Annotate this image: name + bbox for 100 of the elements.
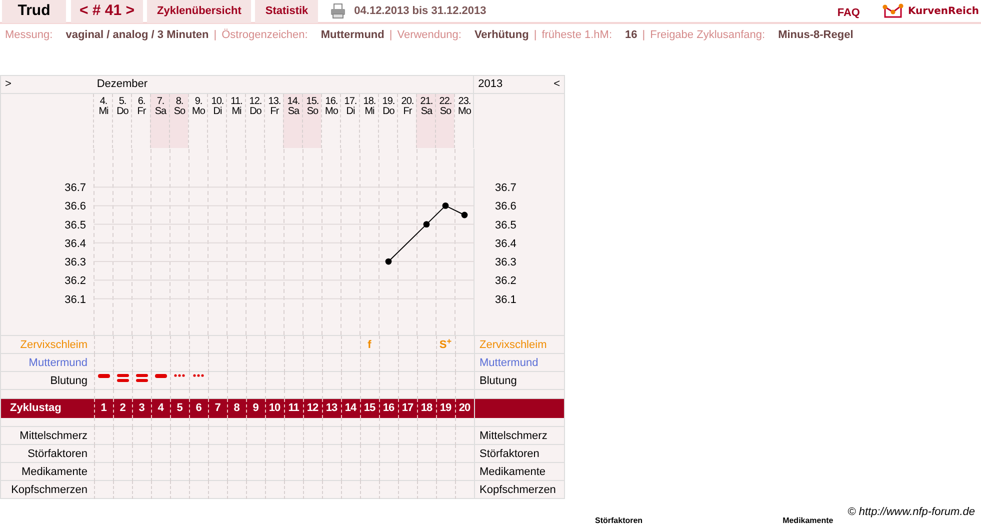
faq-link[interactable]: FAQ xyxy=(837,4,860,22)
day-label: 12. xyxy=(249,97,262,107)
y-tick-label: 36.6 xyxy=(64,200,86,213)
weekday-label: So xyxy=(174,107,186,117)
day-label: 23. xyxy=(458,97,471,107)
y-tick-label: 36.7 xyxy=(64,182,86,194)
row-label: Zervixschleim xyxy=(480,338,547,353)
cycle-navigation[interactable]: < # 41 > xyxy=(71,0,143,23)
weekday-label: Fr xyxy=(137,107,146,117)
weekday-label: Do xyxy=(116,107,128,117)
row-label: Medikamente xyxy=(21,464,88,480)
cycle-day-number: 17 xyxy=(402,401,414,416)
temperature-point xyxy=(385,258,392,265)
weekday-label: Mo xyxy=(192,107,205,117)
day-label: 7. xyxy=(156,97,164,107)
row-label: Mittelschmerz xyxy=(480,428,548,444)
mucus-mark: S$^{+}$ xyxy=(439,336,452,353)
weekday-label: Mo xyxy=(325,107,338,117)
cycle-day-number: 3 xyxy=(138,401,144,416)
day-label: 14. xyxy=(287,97,300,107)
cycle-day-number: 4 xyxy=(158,401,164,416)
y-tick-label: 36.6 xyxy=(495,200,516,213)
weekday-label: So xyxy=(306,107,318,117)
day-label: 18. xyxy=(363,97,376,107)
day-label: 17. xyxy=(344,97,357,107)
cycle-day-number: 14 xyxy=(344,401,356,416)
mucus-mark: f xyxy=(368,338,372,353)
day-label: 20. xyxy=(401,97,414,107)
separator: | xyxy=(214,28,217,43)
footer-label: Störfaktoren xyxy=(595,517,643,525)
weekday-label: So xyxy=(440,107,452,117)
row-label: Muttermund xyxy=(480,356,538,371)
day-label: 9. xyxy=(194,97,202,107)
weekday-label: Mi xyxy=(232,107,242,117)
y-tick-label: 36.3 xyxy=(64,256,86,269)
weekday-label: Do xyxy=(382,107,394,117)
row-label: Medikamente xyxy=(480,464,546,480)
day-label: 13. xyxy=(268,97,281,107)
info-value: Minus-8-Regel xyxy=(778,28,854,43)
y-tick-label: 36.2 xyxy=(64,275,86,288)
row-label: Störfaktoren xyxy=(480,446,540,462)
weekday-label: Fr xyxy=(403,107,412,117)
weekday-label: Sa xyxy=(154,107,166,117)
y-tick-label: 36.5 xyxy=(495,219,516,232)
info-label: Freigabe Zyklusanfang: xyxy=(650,28,766,43)
row-label: Zervixschleim xyxy=(20,338,88,353)
cycle-day-number: 5 xyxy=(176,401,182,416)
cycle-day-number: 13 xyxy=(326,401,338,416)
info-label: Verwendung: xyxy=(397,28,462,43)
logo-text: KurvenReich xyxy=(908,4,979,18)
weekday-label: Sa xyxy=(288,107,300,117)
row-label: Kopfschmerzen xyxy=(11,482,88,498)
separator: | xyxy=(642,28,646,43)
y-tick-label: 36.5 xyxy=(64,219,86,232)
month-label: Dezember xyxy=(96,77,148,92)
cycle-day-number: 9 xyxy=(252,401,258,416)
row-label: Mittelschmerz xyxy=(20,428,88,444)
day-label: 22. xyxy=(439,97,452,107)
info-label: Östrogenzeichen: xyxy=(222,28,308,43)
weekday-label: Mo xyxy=(458,107,471,117)
cycle-day-number: 12 xyxy=(306,401,318,416)
row-label: Blutung xyxy=(50,374,88,389)
day-label: 15. xyxy=(306,97,319,107)
cycle-day-number: 8 xyxy=(234,401,240,416)
date-range: 04.12.2013 bis 31.12.2013 xyxy=(354,4,486,19)
day-label: 10. xyxy=(211,97,224,107)
cycle-day-number: 15 xyxy=(364,401,376,416)
printer-icon[interactable] xyxy=(330,3,346,19)
temperature-point xyxy=(461,212,468,218)
temperature-point xyxy=(442,202,449,209)
nav-tab[interactable]: Zyklenübersicht xyxy=(147,0,252,23)
nav-tab[interactable]: Statistik xyxy=(255,0,318,23)
info-label: früheste 1.hM: xyxy=(542,28,612,43)
footer-label: Medikamente xyxy=(782,517,834,525)
y-tick-label: 36.4 xyxy=(495,238,516,250)
day-label: 11. xyxy=(230,97,242,107)
next-button[interactable]: > xyxy=(5,76,12,93)
cycle-day-number: 16 xyxy=(382,401,394,416)
separator: | xyxy=(389,28,392,43)
weekday-label: Sa xyxy=(420,107,432,117)
weekday-label: Mi xyxy=(364,107,374,117)
cycle-day-number: 6 xyxy=(196,401,202,416)
weekday-label: Di xyxy=(213,107,222,117)
row-label: Kopfschmerzen xyxy=(480,482,556,498)
day-label: 16. xyxy=(325,97,338,107)
day-label: 4. xyxy=(100,97,108,107)
y-tick-label: 36.4 xyxy=(64,238,86,250)
y-tick-label: 36.1 xyxy=(64,294,86,306)
cycle-day-number: 11 xyxy=(288,401,299,416)
temperature-point xyxy=(423,221,430,228)
day-label: 8. xyxy=(176,97,184,107)
cycle-day-number: 7 xyxy=(214,401,220,416)
y-tick-label: 36.3 xyxy=(495,256,516,269)
copyright-text: © http://www.nfp-forum.de xyxy=(848,506,975,518)
cycle-day-number: 1 xyxy=(100,401,106,416)
weekday-label: Fr xyxy=(270,107,279,117)
prev-button[interactable]: < xyxy=(554,76,560,93)
cycle-day-number: 10 xyxy=(268,401,280,416)
day-label: 5. xyxy=(118,97,126,107)
day-label: 6. xyxy=(138,97,146,107)
